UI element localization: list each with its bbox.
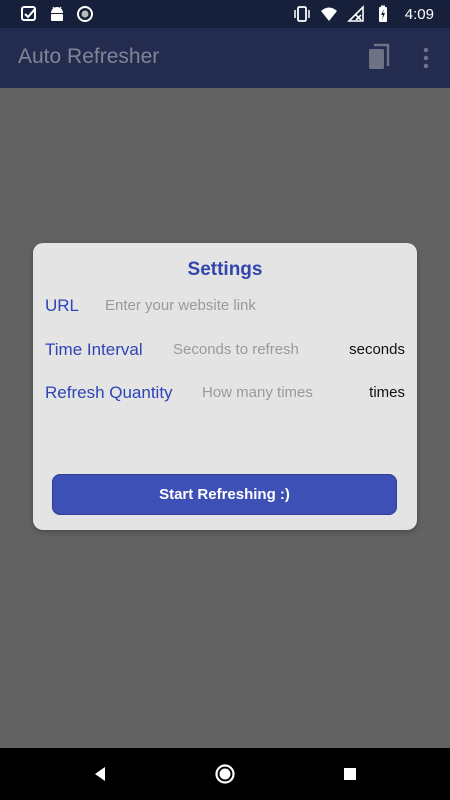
seconds-unit-label: seconds	[349, 341, 405, 358]
battery-charging-icon	[378, 5, 387, 22]
navigation-bar	[0, 748, 450, 800]
no-signal-icon	[346, 5, 364, 22]
time-interval-label: Time Interval	[45, 340, 143, 359]
back-icon[interactable]	[89, 763, 111, 785]
dialog-title: Settings	[187, 259, 263, 280]
copy-icon[interactable]	[366, 42, 394, 74]
status-bar: 4:09	[0, 0, 450, 28]
url-input[interactable]	[105, 297, 395, 314]
recents-icon[interactable]	[339, 763, 361, 785]
refresh-quantity-input[interactable]	[202, 384, 352, 401]
circle-dots-icon	[77, 6, 93, 22]
home-icon[interactable]	[214, 763, 236, 785]
status-clock: 4:09	[404, 5, 434, 23]
app-title: Auto Refresher	[18, 45, 160, 68]
refresh-quantity-label: Refresh Quantity	[45, 383, 173, 402]
app-bar: Auto Refresher	[0, 28, 450, 88]
checkbox-icon	[21, 6, 36, 21]
times-unit-label: times	[369, 384, 405, 401]
status-right-icons: 4:09	[293, 5, 434, 23]
time-interval-input[interactable]	[173, 341, 333, 358]
status-left-icons	[20, 5, 94, 23]
start-refreshing-button[interactable]: Start Refreshing :)	[52, 474, 397, 515]
more-vert-icon[interactable]	[414, 44, 438, 72]
android-icon	[51, 6, 63, 21]
url-label: URL	[45, 296, 80, 315]
settings-dialog: Settings URL Time Interval seconds Refre…	[33, 243, 417, 530]
vibrate-icon	[294, 6, 310, 22]
wifi-icon	[320, 7, 337, 21]
